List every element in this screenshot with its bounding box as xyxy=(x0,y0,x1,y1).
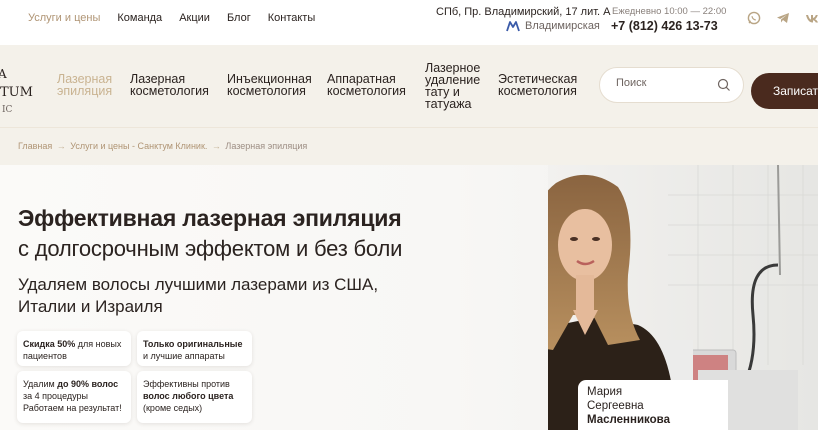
logo-line-3: IC xyxy=(2,105,13,115)
breadcrumb-separator: → xyxy=(211,141,221,151)
benefit-text: пациентов xyxy=(23,351,67,361)
nav-laser-epilation[interactable]: Лазерная эпиляция xyxy=(57,73,113,98)
metro-station: Владимирская xyxy=(506,20,600,32)
nav-label-line: косметология xyxy=(327,84,406,98)
hero-section: Эффективная лазерная эпиляция с долгосро… xyxy=(0,165,818,430)
hero-lead: Удаляем волосы лучшими лазерами из США, … xyxy=(18,275,379,316)
top-nav-team[interactable]: Команда xyxy=(117,12,162,24)
hero-subtitle: с долгосрочным эффектом и без боли xyxy=(18,236,403,261)
logo-line-2: TUM xyxy=(0,85,33,100)
top-nav-promos[interactable]: Акции xyxy=(179,12,210,24)
benefit-text: и лучшие аппараты xyxy=(143,351,225,361)
top-nav-blog[interactable]: Блог xyxy=(227,12,251,24)
phone-link[interactable]: +7 (812) 426 13-73 xyxy=(611,19,718,33)
benefit-text: (кроме седых) xyxy=(143,403,203,413)
telegram-icon[interactable] xyxy=(775,11,791,27)
search-input[interactable] xyxy=(616,77,716,89)
nav-label-line: косметология xyxy=(130,84,209,98)
book-appointment-button[interactable]: Записаться xyxy=(751,73,818,109)
top-nav: Услуги и цены Команда Акции Блог Контакт… xyxy=(28,12,315,24)
top-nav-contacts[interactable]: Контакты xyxy=(268,12,316,24)
top-nav-services[interactable]: Услуги и цены xyxy=(28,12,100,24)
search-box xyxy=(599,67,744,103)
benefit-bold: до 90% волос xyxy=(57,379,119,389)
whatsapp-icon[interactable] xyxy=(746,11,762,27)
nav-hardware-cosmetology[interactable]: Аппаратная косметология xyxy=(327,73,406,98)
nav-label-line: татуажа xyxy=(425,97,472,111)
breadcrumb-band: Главная → Услуги и цены - Санктум Клиник… xyxy=(0,127,818,165)
clinic-address: СПб, Пр. Владимирский, 17 лит. А xyxy=(436,6,611,18)
benefit-text: Эффективны против xyxy=(143,379,230,389)
specialist-name: Мария Сергеевна Масленникова xyxy=(587,385,670,427)
nav-laser-cosmetology[interactable]: Лазерная косметология xyxy=(130,73,209,98)
specialist-first-name: Мария xyxy=(587,386,623,398)
benefit-card-discount: Скидка 50% для новых пациентов xyxy=(17,331,131,366)
benefit-bold: волос любого цвета xyxy=(143,391,234,401)
specialist-last-name: Масленникова xyxy=(587,414,670,426)
benefit-card-original: Только оригинальные и лучшие аппараты xyxy=(137,331,252,366)
breadcrumb-separator: → xyxy=(56,141,66,151)
hero-title: Эффективная лазерная эпиляция xyxy=(18,205,402,231)
search-icon[interactable] xyxy=(717,78,731,92)
benefit-text: за 4 процедуры xyxy=(23,391,89,401)
benefit-card-results: Удалим до 90% волос за 4 процедуры Работ… xyxy=(17,371,131,423)
benefit-bold: Только оригинальные xyxy=(143,339,243,349)
benefit-card-any-color: Эффективны против волос любого цвета (кр… xyxy=(137,371,252,423)
breadcrumb: Главная → Услуги и цены - Санктум Клиник… xyxy=(18,141,307,151)
opening-hours: Ежедневно 10:00 — 22:00 xyxy=(612,6,727,17)
main-nav: A TUM IC Лазерная эпиляция Лазерная косм… xyxy=(0,45,818,127)
breadcrumb-services[interactable]: Услуги и цены - Санктум Клиник. xyxy=(70,141,207,151)
nav-aesthetic-cosmetology[interactable]: Эстетическая косметология xyxy=(498,73,577,98)
nav-label-line: косметология xyxy=(227,84,306,98)
benefit-text: Работаем на результат! xyxy=(23,403,122,413)
logo-line-1: A xyxy=(0,67,7,81)
specialist-middle-name: Сергеевна xyxy=(587,400,644,412)
benefit-text: для новых xyxy=(75,339,122,349)
nav-label-line: эпиляция xyxy=(57,84,113,98)
benefit-bold: Скидка 50% xyxy=(23,339,76,349)
benefit-text: Удалим xyxy=(23,379,58,389)
nav-injection-cosmetology[interactable]: Инъекционная косметология xyxy=(227,73,312,98)
vk-icon[interactable] xyxy=(804,11,818,27)
top-bar: Услуги и цены Команда Акции Блог Контакт… xyxy=(0,0,818,45)
nav-label-line: косметология xyxy=(498,84,577,98)
metro-label: Владимирская xyxy=(525,20,600,32)
metro-icon xyxy=(506,20,520,31)
nav-tattoo-removal[interactable]: Лазерное удаление тату и татуажа xyxy=(425,62,480,111)
breadcrumb-home[interactable]: Главная xyxy=(18,141,52,151)
breadcrumb-current: Лазерная эпиляция xyxy=(225,141,308,151)
